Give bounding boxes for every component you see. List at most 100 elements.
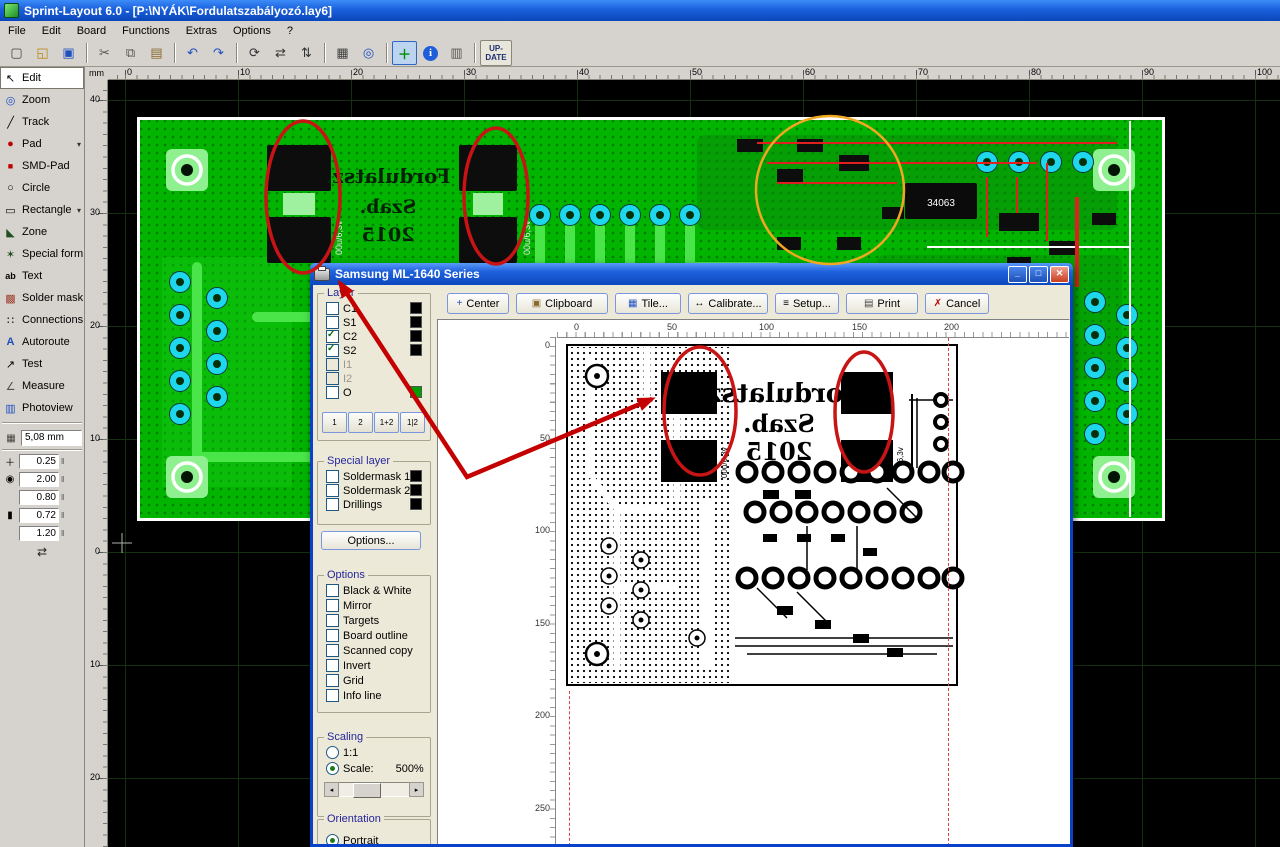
mirror-checkbox[interactable]: Mirror	[326, 599, 372, 612]
track-width-field[interactable]: 0.25	[19, 454, 59, 469]
smd-height-field[interactable]: 1.20	[19, 526, 59, 541]
print-dialog[interactable]: Samsung ML-1640 Series _ □ ✕ + Center ▣ Cl…	[310, 263, 1073, 847]
pad-drill-field[interactable]: 0.80	[19, 490, 59, 505]
info-icon[interactable]: i	[418, 41, 443, 65]
menu-edit[interactable]: Edit	[34, 23, 69, 39]
layer-s1-checkbox[interactable]: S1	[326, 316, 356, 329]
layer-c2-checkbox[interactable]: C2	[326, 329, 357, 343]
new-file-icon[interactable]: ▢	[4, 41, 29, 65]
soldermask1-checkbox[interactable]: Soldermask 1	[326, 470, 410, 483]
special-color-swatch[interactable]	[410, 498, 422, 510]
scanned-copy-checkbox[interactable]: Scanned copy	[326, 644, 413, 657]
slider-right-arrow-icon[interactable]	[409, 782, 424, 797]
zoom-icon[interactable]: ◎	[356, 41, 381, 65]
pad-outer-field[interactable]: 2.00	[19, 472, 59, 487]
menu-help[interactable]: ?	[279, 23, 301, 39]
minimize-icon[interactable]: _	[1008, 265, 1027, 283]
menu-file[interactable]: File	[0, 23, 34, 39]
tool-test[interactable]: ↗ Test	[0, 353, 84, 375]
tool-photoview[interactable]: ▥ Photoview	[0, 397, 84, 419]
soldermask2-checkbox[interactable]: Soldermask 2	[326, 484, 410, 497]
print-button[interactable]: ▤ Print	[846, 293, 918, 314]
slider-thumb[interactable]	[353, 783, 381, 798]
layer-color-swatch[interactable]	[410, 386, 422, 398]
tool-edit[interactable]: ↖ Edit	[0, 67, 84, 89]
drillings-checkbox[interactable]: Drillings	[326, 498, 382, 511]
cancel-button[interactable]: ✗ Cancel	[925, 293, 989, 314]
menu-functions[interactable]: Functions	[114, 23, 178, 39]
copy-icon[interactable]: ⧉	[118, 41, 143, 65]
cut-icon[interactable]: ✂	[92, 41, 117, 65]
arrange-side-button[interactable]: 1|2	[400, 412, 425, 433]
invert-checkbox[interactable]: Invert	[326, 659, 371, 672]
board-outline-checkbox[interactable]: Board outline	[326, 629, 408, 642]
grid-icon[interactable]: ▦	[330, 41, 355, 65]
center-button[interactable]: + Center	[447, 293, 509, 314]
layer-s2-checkbox[interactable]: S2	[326, 343, 356, 357]
layer-color-swatch[interactable]	[410, 330, 422, 342]
scale-radio[interactable]: Scale: 500%	[326, 762, 424, 775]
update-button[interactable]: UP- DATE	[480, 40, 512, 66]
layer-c1-checkbox[interactable]: C1	[326, 302, 357, 315]
special-color-swatch[interactable]	[410, 470, 422, 482]
autoroute-icon: A	[6, 336, 15, 348]
close-icon[interactable]: ✕	[1050, 265, 1069, 283]
tool-circle[interactable]: ○ Circle	[0, 177, 84, 199]
special-color-swatch[interactable]	[410, 484, 422, 496]
redo-icon[interactable]: ↷	[206, 41, 231, 65]
layer-color-swatch[interactable]	[410, 316, 422, 328]
tile-button[interactable]: ▦ Tile...	[615, 293, 681, 314]
tool-connections[interactable]: ∷ Connections	[0, 309, 84, 331]
arrange-two-button[interactable]: 2	[348, 412, 373, 433]
arrange-stack-button[interactable]: 1+2	[374, 412, 399, 433]
undo-icon[interactable]: ↶	[180, 41, 205, 65]
tool-text[interactable]: ab Text	[0, 265, 84, 287]
tool-smd-pad[interactable]: ■ SMD-Pad	[0, 155, 84, 177]
slider-left-arrow-icon[interactable]	[324, 782, 339, 797]
tool-track[interactable]: ╱ Track	[0, 111, 84, 133]
print-dialog-titlebar[interactable]: Samsung ML-1640 Series _ □ ✕	[310, 263, 1073, 285]
calibrate-button[interactable]: ↔ Calibrate...	[688, 293, 768, 314]
tool-pad[interactable]: ● Pad	[0, 133, 84, 155]
setup-button[interactable]: ≡ Setup...	[775, 293, 839, 314]
grid-setting[interactable]: ▦ 5,08 mm	[0, 430, 84, 446]
tool-zone[interactable]: ◣ Zone	[0, 221, 84, 243]
menu-board[interactable]: Board	[69, 23, 114, 39]
save-icon[interactable]: ▣	[56, 41, 81, 65]
targets-checkbox[interactable]: Targets	[326, 614, 379, 627]
portrait-radio[interactable]: Portrait	[326, 834, 378, 844]
mirror-vertical-icon[interactable]: ⇅	[294, 41, 319, 65]
grid-checkbox[interactable]: Grid	[326, 674, 364, 687]
slider-track[interactable]	[339, 782, 409, 798]
maximize-icon[interactable]: □	[1029, 265, 1048, 283]
ruler-top-label: 100	[1257, 67, 1273, 77]
ratio-radio[interactable]: 1:1	[326, 746, 358, 759]
mirror-horizontal-icon[interactable]: ⇄	[268, 41, 293, 65]
tool-measure[interactable]: ∠ Measure	[0, 375, 84, 397]
tool-special-form[interactable]: ✶ Special form	[0, 243, 84, 265]
paste-icon[interactable]: ▤	[144, 41, 169, 65]
swap-values-icon[interactable]: ⇄	[0, 545, 84, 559]
layer-color-swatch[interactable]	[410, 344, 422, 356]
options-button[interactable]: Options...	[321, 531, 421, 550]
tool-zoom[interactable]: ◎ Zoom	[0, 89, 84, 111]
rotate-icon[interactable]: ⟳	[242, 41, 267, 65]
layer-o-checkbox[interactable]: O	[326, 386, 352, 399]
window-titlebar[interactable]: Sprint-Layout 6.0 - [P:\NYÁK\Fordulatsza…	[0, 0, 1280, 21]
macro-icon[interactable]: ▥	[444, 41, 469, 65]
arrange-single-button[interactable]: 1	[322, 412, 347, 433]
snap-crosshair-icon[interactable]: ＋	[392, 41, 417, 65]
black-white-checkbox[interactable]: Black & White	[326, 584, 411, 597]
smd-width-field[interactable]: 0.72	[19, 508, 59, 523]
menu-options[interactable]: Options	[225, 23, 279, 39]
tool-autoroute[interactable]: A Autoroute	[0, 331, 84, 353]
tool-solder-mask[interactable]: ▩ Solder mask	[0, 287, 84, 309]
layer-color-swatch[interactable]	[410, 302, 422, 314]
info-line-checkbox[interactable]: Info line	[326, 689, 382, 702]
tool-rectangle[interactable]: ▭ Rectangle	[0, 199, 84, 221]
clipboard-button[interactable]: ▣ Clipboard	[516, 293, 608, 314]
scale-slider[interactable]	[324, 782, 424, 798]
menu-extras[interactable]: Extras	[178, 23, 225, 39]
open-folder-icon[interactable]: ◱	[30, 41, 55, 65]
center-icon: +	[456, 298, 463, 309]
